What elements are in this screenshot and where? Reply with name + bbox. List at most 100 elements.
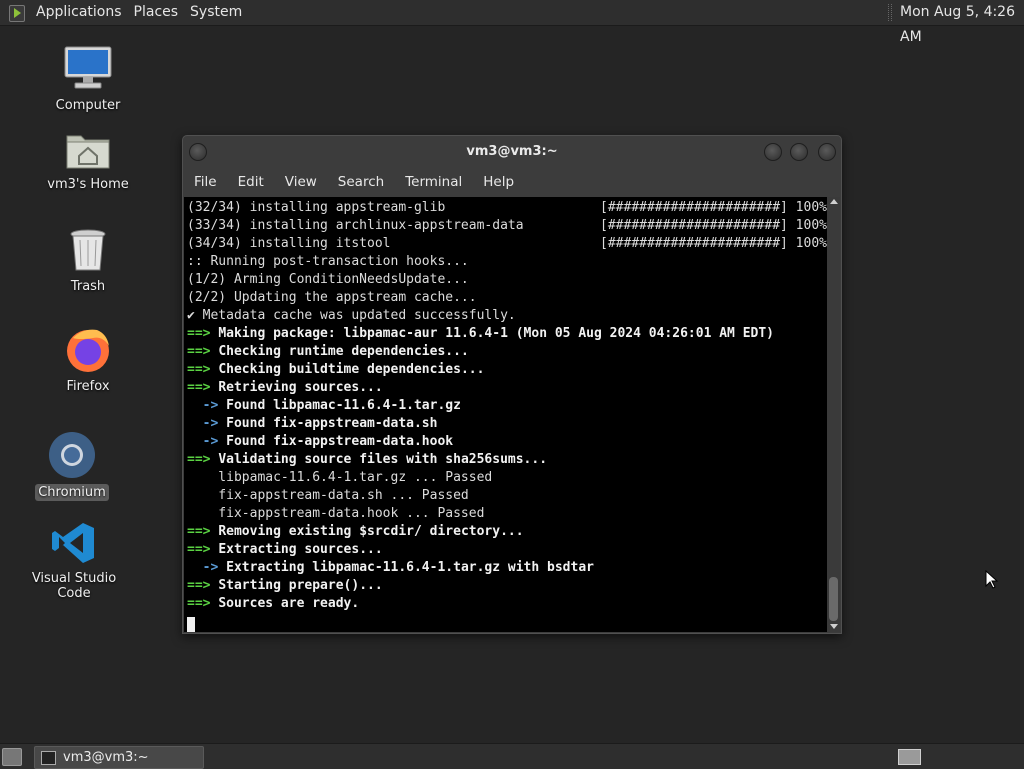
terminal-line: ==> Extracting sources... xyxy=(187,541,827,559)
vscode-icon xyxy=(52,523,94,563)
desktop-icon-label: vm3's Home xyxy=(47,177,129,192)
terminal-line: (34/34) installing itstool [#############… xyxy=(187,235,827,253)
line-text: Sources are ready. xyxy=(218,596,360,611)
terminal-line: fix-appstream-data.sh ... Passed xyxy=(187,487,827,505)
terminal-line: ==> Sources are ready. xyxy=(187,595,827,613)
computer-icon xyxy=(64,46,112,89)
show-desktop-icon[interactable] xyxy=(2,748,22,766)
desktop-icon-home[interactable]: vm3's Home xyxy=(40,128,136,193)
line-text: Removing existing $srcdir/ directory... xyxy=(218,524,524,539)
maximize-button[interactable] xyxy=(790,143,808,161)
taskbar-window-label: vm3@vm3:~ xyxy=(63,750,149,765)
home-folder-icon xyxy=(66,135,110,169)
menu-file[interactable]: File xyxy=(194,174,217,190)
line-prefix: -> xyxy=(187,560,227,575)
workspace-switcher[interactable] xyxy=(898,749,921,765)
panel-separator xyxy=(888,4,892,21)
line-text: Found fix-appstream-data.sh xyxy=(226,416,438,431)
terminal-window[interactable]: vm3@vm3:~ File Edit View Search Terminal… xyxy=(182,135,842,634)
minimize-button[interactable] xyxy=(764,143,782,161)
applications-menu[interactable]: Applications xyxy=(30,0,128,25)
terminal-line: (33/34) installing archlinux-appstream-d… xyxy=(187,217,827,235)
line-prefix: -> xyxy=(187,398,227,413)
terminal-line: -> Found fix-appstream-data.sh xyxy=(187,415,827,433)
terminal-output[interactable]: (32/34) installing appstream-glib [######… xyxy=(184,197,827,632)
terminal-line: ==> Starting prepare()... xyxy=(187,577,827,595)
desktop-icon-label: Trash xyxy=(70,279,106,294)
line-text: Making package: libpamac-aur 11.6.4-1 (M… xyxy=(218,326,775,341)
system-menu[interactable]: System xyxy=(184,0,248,25)
progress-bar-text: [######################] 100% xyxy=(600,200,827,215)
firefox-icon xyxy=(67,329,109,372)
line-prefix: ==> xyxy=(187,326,219,341)
line-prefix: ==> xyxy=(187,542,219,557)
desktop-icon-chromium[interactable]: Chromium xyxy=(24,430,120,501)
desktop-icon-label: Chromium xyxy=(35,484,109,501)
progress-bar-text: [######################] 100% xyxy=(600,236,827,251)
menu-edit[interactable]: Edit xyxy=(238,174,264,190)
places-menu[interactable]: Places xyxy=(128,0,185,25)
terminal-line: ✔ Metadata cache was updated successfull… xyxy=(187,307,827,325)
scrollbar-thumb[interactable] xyxy=(829,577,838,621)
menu-search[interactable]: Search xyxy=(338,174,384,190)
line-text: (1/2) Arming ConditionNeedsUpdate... xyxy=(187,272,469,287)
terminal-line: (2/2) Updating the appstream cache... xyxy=(187,289,827,307)
window-title: vm3@vm3:~ xyxy=(466,144,558,159)
terminal-line: ==> Removing existing $srcdir/ directory… xyxy=(187,523,827,541)
line-prefix: ==> xyxy=(187,596,219,611)
line-text: Validating source files with sha256sums.… xyxy=(218,452,548,467)
taskbar-window-button[interactable]: vm3@vm3:~ xyxy=(34,746,204,769)
menu-view[interactable]: View xyxy=(285,174,317,190)
line-text: Starting prepare()... xyxy=(218,578,383,593)
mouse-pointer-icon xyxy=(985,570,999,589)
progress-bar-text: [######################] 100% xyxy=(600,218,827,233)
desktop-icon-firefox[interactable]: Firefox xyxy=(40,326,136,395)
line-text: Checking runtime dependencies... xyxy=(218,344,469,359)
terminal-menubar: File Edit View Search Terminal Help xyxy=(183,168,841,196)
line-text: Extracting sources... xyxy=(218,542,383,557)
line-prefix: ==> xyxy=(187,524,219,539)
terminal-line: ==> Retrieving sources... xyxy=(187,379,827,397)
bottom-panel: vm3@vm3:~ xyxy=(0,743,1024,769)
line-prefix: -> xyxy=(187,434,227,449)
close-button[interactable] xyxy=(818,143,836,161)
menu-terminal[interactable]: Terminal xyxy=(405,174,462,190)
desktop-icon-label: Visual Studio Code xyxy=(31,571,117,601)
line-text: fix-appstream-data.sh ... Passed xyxy=(187,488,469,503)
scroll-down-arrow-icon[interactable] xyxy=(830,624,838,629)
menu-help[interactable]: Help xyxy=(483,174,514,190)
applications-menu-icon[interactable] xyxy=(8,4,26,22)
scroll-up-arrow-icon[interactable] xyxy=(830,199,838,204)
line-prefix: ==> xyxy=(187,452,219,467)
terminal-line: (32/34) installing appstream-glib [######… xyxy=(187,199,827,217)
line-text: (32/34) installing appstream-glib xyxy=(187,200,446,215)
desktop-icon-label: Firefox xyxy=(66,379,110,394)
text-cursor xyxy=(187,617,195,632)
chromium-icon xyxy=(49,432,95,478)
line-text: (33/34) installing archlinux-appstream-d… xyxy=(187,218,524,233)
terminal-line: libpamac-11.6.4-1.tar.gz ... Passed xyxy=(187,469,827,487)
desktop-icon-computer[interactable]: Computer xyxy=(40,45,136,114)
line-prefix: -> xyxy=(187,416,227,431)
desktop-icon-trash[interactable]: Trash xyxy=(40,228,136,295)
top-panel: Applications Places System Mon Aug 5, 4:… xyxy=(0,0,1024,45)
desktop-icon-vscode[interactable]: Visual Studio Code xyxy=(14,520,134,602)
line-text: Extracting libpamac-11.6.4-1.tar.gz with… xyxy=(226,560,594,575)
line-text: :: Running post-transaction hooks... xyxy=(187,254,469,269)
clock[interactable]: Mon Aug 5, 4:26 AM xyxy=(900,0,1024,45)
line-text: (2/2) Updating the appstream cache... xyxy=(187,290,477,305)
terminal-scrollbar[interactable] xyxy=(827,197,840,632)
terminal-line: -> Found libpamac-11.6.4-1.tar.gz xyxy=(187,397,827,415)
line-text: Found libpamac-11.6.4-1.tar.gz xyxy=(226,398,461,413)
line-prefix: ==> xyxy=(187,380,219,395)
window-titlebar[interactable]: vm3@vm3:~ xyxy=(183,136,841,168)
terminal-icon xyxy=(41,751,56,765)
terminal-line: ==> Making package: libpamac-aur 11.6.4-… xyxy=(187,325,827,343)
line-text: (34/34) installing itstool xyxy=(187,236,391,251)
trash-icon xyxy=(70,229,106,271)
desktop-icon-label: Computer xyxy=(55,98,121,113)
terminal-line: fix-appstream-data.hook ... Passed xyxy=(187,505,827,523)
terminal-line: -> Found fix-appstream-data.hook xyxy=(187,433,827,451)
line-text: libpamac-11.6.4-1.tar.gz ... Passed xyxy=(187,470,493,485)
terminal-line: :: Running post-transaction hooks... xyxy=(187,253,827,271)
